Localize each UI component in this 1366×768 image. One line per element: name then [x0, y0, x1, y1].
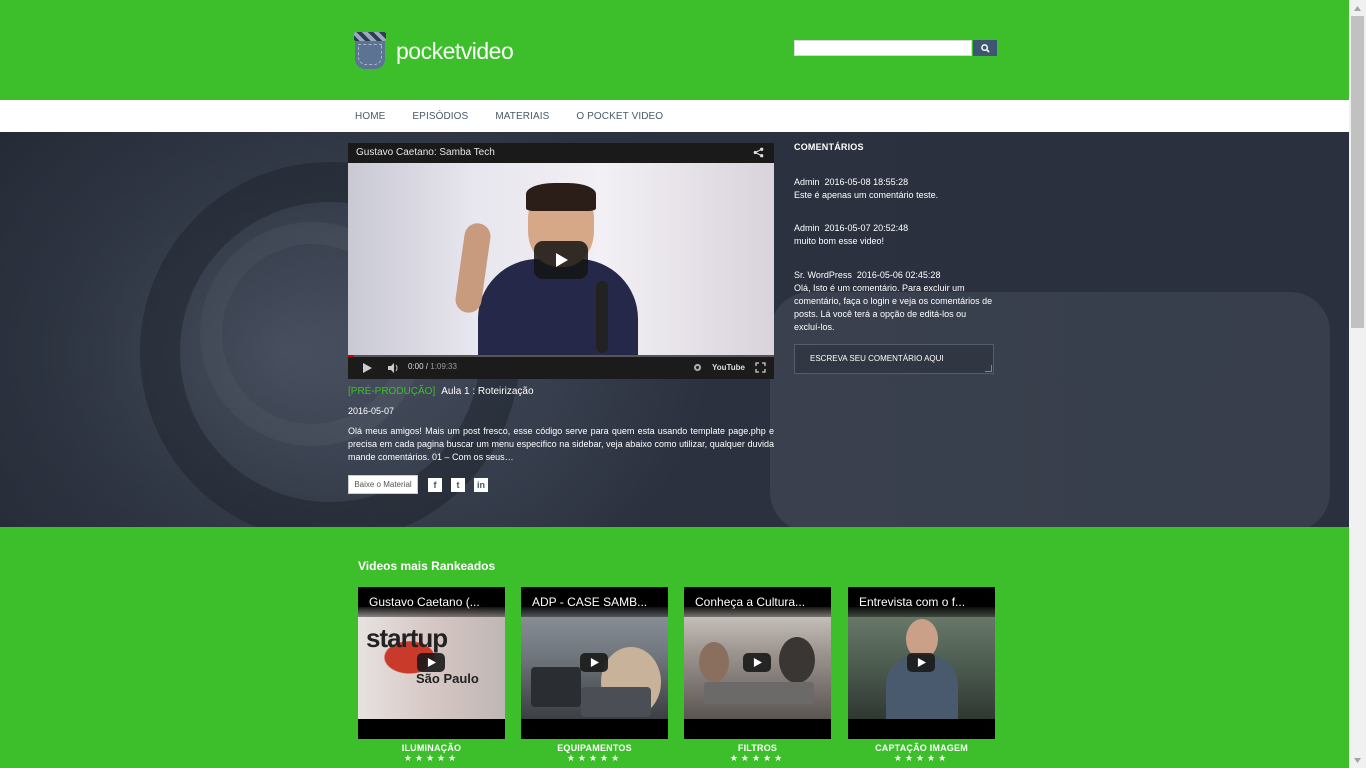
search-input[interactable] — [794, 40, 972, 56]
post-excerpt: Olá meus amigos! Mais um post fresco, es… — [348, 426, 774, 462]
rating-stars[interactable]: ★★★★★ — [358, 753, 505, 764]
thumbnail-text: startup — [366, 623, 448, 653]
video-card-title[interactable]: Gustavo Caetano (... — [358, 587, 505, 617]
video-card[interactable]: Conheça a Cultura... FILTROS ★★★★★ — [684, 587, 831, 764]
share-icon[interactable] — [753, 147, 764, 158]
comments-heading: COMENTÁRIOS — [794, 142, 864, 152]
video-card-category[interactable]: EQUIPAMENTOS — [521, 743, 668, 753]
logo-text-part2: video — [460, 37, 514, 64]
time-display: 0:00 / 1:09:33 — [408, 362, 457, 371]
rating-stars[interactable]: ★★★★★ — [521, 753, 668, 764]
thumbnail-bottom-bar — [848, 719, 995, 739]
site-header: pocketvideo — [0, 0, 1349, 100]
comment-date: 2016-05-08 18:55:28 — [824, 177, 909, 187]
facebook-icon[interactable]: f — [428, 478, 442, 492]
search-icon — [980, 43, 990, 53]
nav-item-episodios[interactable]: EPISÓDIOS — [412, 111, 468, 122]
clapperboard-pocket-icon — [354, 32, 386, 70]
site-logo[interactable]: pocketvideo — [354, 32, 514, 70]
section-heading: Videos mais Rankeados — [358, 559, 496, 573]
play-icon — [590, 658, 599, 667]
play-icon — [917, 658, 926, 667]
comment-text: Este é apenas um comentário teste. — [794, 190, 939, 200]
settings-icon[interactable] — [693, 363, 702, 372]
thumbnail-bottom-bar — [358, 719, 505, 739]
comment-item: Admin 2016-05-08 18:55:28 Este é apenas … — [794, 176, 994, 202]
play-icon — [753, 658, 762, 667]
post-date: 2016-05-07 — [348, 406, 395, 416]
search-button[interactable] — [973, 40, 997, 56]
logo-text-part1: pocket — [396, 37, 461, 64]
comment-input-placeholder: ESCREVA SEU COMENTÁRIO AQUI — [810, 354, 944, 363]
comment-date: 2016-05-06 02:45:28 — [856, 270, 941, 280]
thumbnail-bottom-bar — [521, 719, 668, 739]
thumbnail-text: São Paulo — [416, 671, 479, 686]
post-title-line: [PRÉ-PRODUÇÃO] Aula 1 : Roteirização — [348, 386, 534, 397]
video-card-title[interactable]: ADP - CASE SAMB... — [521, 587, 668, 617]
resize-handle[interactable] — [985, 365, 992, 372]
youtube-logo[interactable]: YouTube — [712, 363, 745, 372]
video-player[interactable]: Gustavo Caetano: Samba Tech 0:00 / 1:09:… — [348, 143, 774, 379]
twitter-icon[interactable]: t — [451, 478, 465, 492]
thumbnail-bottom-bar — [684, 719, 831, 739]
volume-icon[interactable] — [388, 363, 400, 373]
video-card-title[interactable]: Entrevista com o f... — [848, 587, 995, 617]
page: pocketvideo HOME EPISÓDIOS MATERIAIS O P… — [0, 0, 1349, 768]
fullscreen-icon[interactable] — [755, 362, 766, 373]
scroll-up-arrow-icon[interactable] — [1349, 0, 1366, 16]
scroll-down-arrow-icon[interactable] — [1349, 752, 1366, 768]
video-card[interactable]: ADP - CASE SAMB... EQUIPAMENTOS ★★★★★ — [521, 587, 668, 764]
play-icon[interactable] — [362, 363, 372, 373]
video-thumbnail[interactable]: ADP - CASE SAMB... — [521, 587, 668, 739]
play-button[interactable] — [417, 653, 445, 672]
main-nav: HOME EPISÓDIOS MATERIAIS O POCKET VIDEO — [0, 100, 1349, 132]
logo-text: pocketvideo — [396, 37, 514, 65]
rating-stars[interactable]: ★★★★★ — [848, 753, 995, 764]
video-card[interactable]: Gustavo Caetano (... startup São Paulo I… — [358, 587, 505, 764]
video-card-category[interactable]: CAPTAÇÃO IMAGEM — [848, 743, 995, 753]
top-ranked-section: Videos mais Rankeados Gustavo Caetano (.… — [0, 527, 1349, 768]
play-button[interactable] — [907, 653, 935, 672]
comment-author: Admin — [794, 223, 820, 233]
nav-item-home[interactable]: HOME — [355, 111, 385, 122]
comment-text: muito bom esse video! — [794, 236, 885, 246]
video-card[interactable]: Entrevista com o f... CAPTAÇÃO IMAGEM ★★… — [848, 587, 995, 764]
social-share: f t in — [428, 478, 488, 492]
video-card-category[interactable]: ILUMINAÇÃO — [358, 743, 505, 753]
post-category[interactable]: [PRÉ-PRODUÇÃO] — [348, 386, 435, 397]
play-button[interactable] — [580, 653, 608, 672]
video-thumbnail[interactable]: Gustavo Caetano (... startup São Paulo — [358, 587, 505, 739]
comment-item: Admin 2016-05-07 20:52:48 muito bom esse… — [794, 222, 994, 248]
nav-item-o-pocket-video[interactable]: O POCKET VIDEO — [576, 111, 663, 122]
download-material-button[interactable]: Baixe o Material — [348, 475, 418, 494]
comment-input[interactable]: ESCREVA SEU COMENTÁRIO AQUI — [794, 344, 994, 374]
linkedin-icon[interactable]: in — [474, 478, 488, 492]
nav-item-materiais[interactable]: MATERIAIS — [495, 111, 549, 122]
play-icon — [427, 658, 436, 667]
comment-author: Admin — [794, 177, 820, 187]
scrollbar-thumb[interactable] — [1351, 16, 1364, 328]
player-controls: 0:00 / 1:09:33 YouTube — [348, 357, 774, 379]
rating-stars[interactable]: ★★★★★ — [684, 753, 831, 764]
video-thumbnail[interactable]: Entrevista com o f... — [848, 587, 995, 739]
play-button[interactable] — [743, 653, 771, 672]
player-title-bar: Gustavo Caetano: Samba Tech — [348, 143, 774, 163]
current-time: 0:00 — [408, 362, 424, 371]
player-title[interactable]: Gustavo Caetano: Samba Tech — [356, 147, 495, 158]
play-icon — [556, 253, 568, 267]
page-scrollbar[interactable] — [1349, 0, 1366, 768]
video-thumbnail[interactable]: Conheça a Cultura... — [684, 587, 831, 739]
comment-author: Sr. WordPress — [794, 270, 852, 280]
video-card-category[interactable]: FILTROS — [684, 743, 831, 753]
video-card-title[interactable]: Conheça a Cultura... — [684, 587, 831, 617]
post-title[interactable]: Aula 1 : Roteirização — [441, 386, 533, 397]
comment-date: 2016-05-07 20:52:48 — [824, 223, 909, 233]
comments-panel: COMENTÁRIOS Admin 2016-05-08 18:55:28 Es… — [794, 140, 994, 374]
comment-text: Olá, Isto é um comentário. Para excluir … — [794, 283, 993, 332]
comment-item: Sr. WordPress 2016-05-06 02:45:28 Olá, I… — [794, 269, 994, 334]
duration: 1:09:33 — [430, 362, 457, 371]
search-form — [794, 40, 997, 56]
microphone — [596, 281, 608, 353]
play-button[interactable] — [534, 241, 588, 279]
